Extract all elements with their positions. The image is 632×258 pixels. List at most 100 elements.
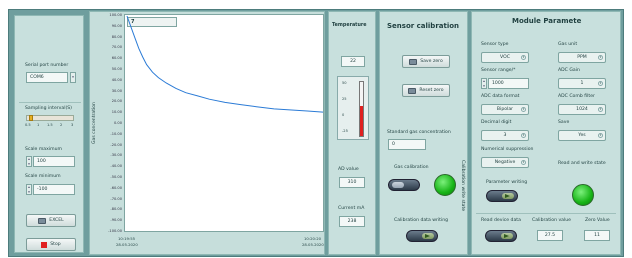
x-tick-left-date: 28.05.2020 <box>116 242 138 247</box>
y-tick-label: 0.00 <box>113 121 122 125</box>
adc-format-label: ADC data format <box>481 94 520 99</box>
stop-icon <box>41 241 48 248</box>
scale-min-field[interactable]: -100 <box>33 184 75 195</box>
thermometer-tube <box>359 81 364 137</box>
y-tick-label: -50.00 <box>110 175 122 179</box>
dropdown-icon: ▾ <box>598 55 603 60</box>
dropdown-icon: ▾ <box>598 107 603 112</box>
gas-calibration-label: Gas calibration <box>394 165 429 170</box>
save-zero-label: Save zero <box>420 59 443 64</box>
thermometer: 50 25 0 -25 <box>337 76 369 140</box>
thermometer-tick-label: -25 <box>342 129 348 133</box>
serial-port-field[interactable]: COM6 <box>26 72 68 83</box>
excel-button[interactable]: EXCEL <box>26 214 76 227</box>
stop-button[interactable]: Stop <box>26 238 76 251</box>
scale-minimum-label: Scale minimum <box>25 174 61 179</box>
gas-unit-value: PPM <box>577 55 587 60</box>
dropdown-icon: ▾ <box>521 133 526 138</box>
slider-tick-2: 1 <box>37 123 40 127</box>
dropdown-icon: ▾ <box>521 107 526 112</box>
decimal-digit-value: 3 <box>503 133 507 138</box>
adc-format-select[interactable]: Bipolar ▾ <box>481 104 529 115</box>
parameter-writing-toggle[interactable] <box>486 190 518 202</box>
sensor-range-field[interactable]: 1000 <box>488 78 529 89</box>
decimal-digit-label: Decimal digit <box>481 120 512 125</box>
y-tick-label: -100.00 <box>108 229 122 233</box>
standard-gas-field[interactable]: 0 <box>388 139 426 150</box>
reset-zero-button[interactable]: Reset zero <box>402 84 450 97</box>
decimal-digit-select[interactable]: 3 ▾ <box>481 130 529 141</box>
scale-max-field[interactable]: 100 <box>33 156 75 167</box>
calibration-value-label: Calibration value <box>532 218 572 223</box>
module-panel: Module Paramete Sensor type VOC ▾ Gas uni… <box>471 11 621 255</box>
save-zero-button[interactable]: Save zero <box>402 55 450 68</box>
y-tick-label: 80.00 <box>111 34 122 39</box>
computer-icon <box>408 87 417 94</box>
adc-format-value: Bipolar <box>496 107 514 112</box>
x-tick-left-time: 10:19:55 <box>118 236 136 241</box>
y-tick-label: 30.00 <box>111 88 122 93</box>
sensor-range-stepper[interactable]: ▴ ▾ <box>481 78 487 89</box>
scale-maximum-label: Scale maximum <box>25 147 62 152</box>
gas-concentration-line <box>126 15 324 113</box>
ad-value-label: AD value <box>338 167 359 172</box>
scale-min-stepper[interactable]: ▴ ▾ <box>26 184 32 195</box>
thermometer-tick-label: 50 <box>342 81 347 85</box>
dropdown-icon: ▾ <box>598 133 603 138</box>
plot-svg <box>126 15 324 113</box>
x-tick-right-date: 28.05.2020 <box>302 242 324 247</box>
dropdown-icon: ▾ <box>521 160 526 165</box>
left-panel: Serial port number COM6 ▾ Sampling inter… <box>14 15 84 253</box>
y-tick-label: 20.00 <box>111 99 122 104</box>
current-value-field: 238 <box>339 216 365 227</box>
dropdown-icon: ▾ <box>598 81 603 86</box>
y-tick-label: -30.00 <box>110 153 122 158</box>
zero-value-field: 11 <box>584 230 610 241</box>
save-label: Save <box>558 120 570 125</box>
save-value: Yes <box>578 133 586 138</box>
adc-filter-label: ADC Comb filter <box>558 94 595 99</box>
temperature-value: 22 <box>341 56 365 67</box>
thermometer-tick-label: 25 <box>342 97 347 101</box>
slider-tick-1: 0.5 <box>25 123 31 127</box>
adc-gain-label: ADC Gain <box>558 68 580 73</box>
ad-value-field: 310 <box>339 177 365 188</box>
read-device-toggle[interactable] <box>485 230 517 242</box>
serial-port-browse-icon[interactable]: ▾ <box>70 72 76 83</box>
divider <box>19 102 81 103</box>
plot-area[interactable]: 7 <box>124 14 324 232</box>
y-tick-label: -10.00 <box>110 131 122 136</box>
gas-unit-select[interactable]: PPM ▾ <box>558 52 606 63</box>
adc-filter-select[interactable]: 1024 ▾ <box>558 104 606 115</box>
sensor-type-select[interactable]: VOC ▾ <box>481 52 529 63</box>
calibration-write-state-led <box>434 174 456 196</box>
adc-gain-value: 1 <box>580 81 584 86</box>
y-tick-label: -20.00 <box>110 142 122 147</box>
slider-tick-5: 3 <box>71 123 74 127</box>
stop-button-label: Stop <box>50 242 61 247</box>
sampling-slider[interactable] <box>26 115 74 121</box>
y-tick-label: -40.00 <box>110 164 122 169</box>
app-window: Serial port number COM6 ▾ Sampling inter… <box>8 9 624 257</box>
sensor-range-label: Sensor range/* <box>481 68 516 73</box>
computer-icon <box>38 217 47 224</box>
calibration-writing-label: Calibration data writing <box>394 218 449 223</box>
y-tick-label: -70.00 <box>110 196 122 201</box>
serial-port-label: Serial port number <box>25 63 69 68</box>
read-write-state-label: Read and write state <box>558 161 606 166</box>
save-select[interactable]: Yes ▾ <box>558 130 606 141</box>
scale-max-stepper[interactable]: ▴ ▾ <box>26 156 32 167</box>
temperature-title: Temperature <box>332 23 367 28</box>
calibration-writing-toggle[interactable] <box>406 230 438 242</box>
adc-gain-select[interactable]: 1 ▾ <box>558 78 606 89</box>
numerical-suppression-select[interactable]: Negative ▾ <box>481 157 529 168</box>
temperature-panel: Temperature 22 50 25 0 -25 AD value 310 Cur… <box>328 11 376 255</box>
sampling-slider-thumb[interactable] <box>29 115 33 121</box>
calibration-write-state-label: Calibration write state <box>460 160 465 212</box>
calibration-panel: Sensor calibration Save zero Reset zero … <box>379 11 468 255</box>
divider <box>476 213 616 214</box>
y-tick-label: 70.00 <box>111 45 122 50</box>
zero-value-label: Zero Value <box>585 218 610 223</box>
x-tick-right-time: 10:20:20 <box>304 236 322 241</box>
gas-calibration-toggle[interactable] <box>388 179 420 191</box>
